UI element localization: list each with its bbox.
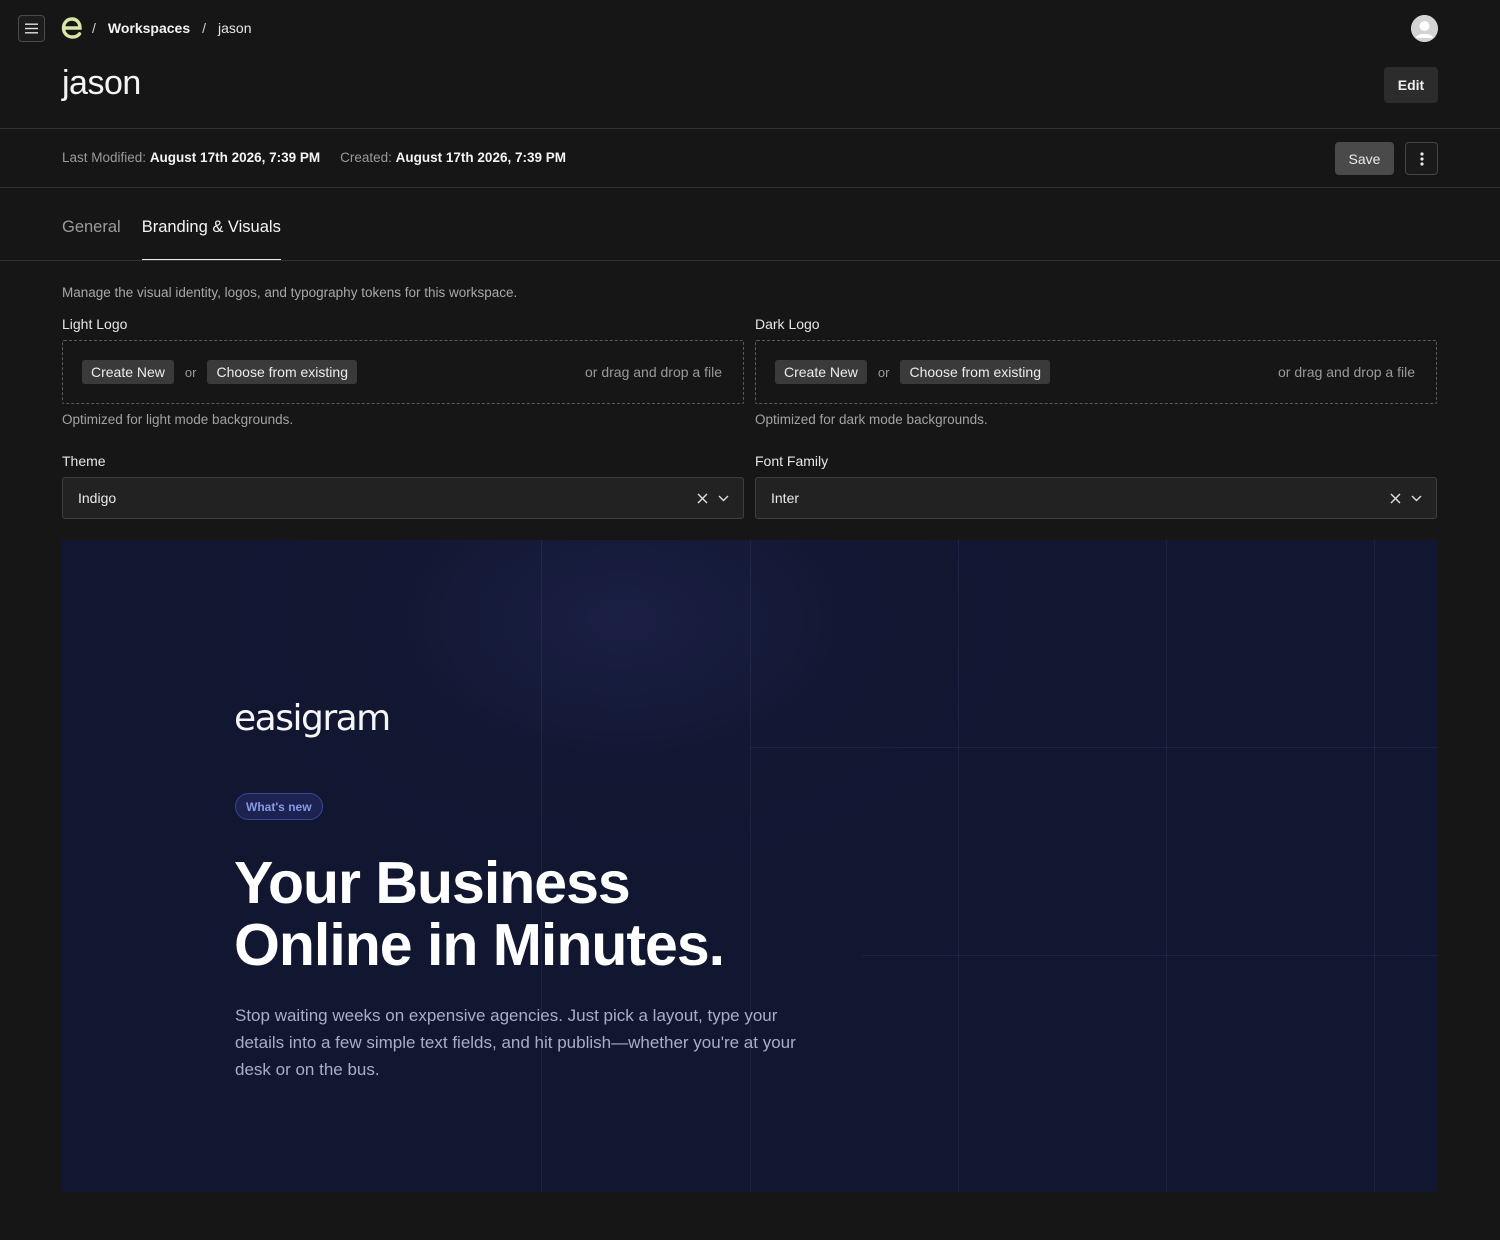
vertical-dots-icon (1419, 151, 1424, 166)
tab-general[interactable]: General (62, 218, 121, 261)
or-text: or (877, 364, 890, 380)
or-text: or (184, 364, 197, 380)
meta-info: Last Modified: August 17th 2026, 7:39 PM… (62, 150, 566, 165)
divider (0, 128, 1500, 129)
created-value: August 17th 2026, 7:39 PM (395, 150, 566, 165)
branding-preview: easigram What's new Your Business Online… (62, 540, 1438, 1192)
theme-value: Indigo (78, 490, 117, 506)
chevron-down-icon[interactable] (1411, 495, 1422, 502)
menu-button[interactable] (18, 15, 45, 42)
created-label: Created: (340, 150, 392, 165)
edit-button[interactable]: Edit (1384, 67, 1438, 103)
last-modified-value: August 17th 2026, 7:39 PM (149, 150, 321, 165)
last-modified-label: Last Modified: (62, 150, 147, 165)
breadcrumb-workspaces[interactable]: Workspaces (108, 20, 190, 36)
drag-drop-text: or drag and drop a file (585, 364, 722, 380)
light-logo-dropzone[interactable]: Create New or Choose from existing or dr… (62, 340, 744, 404)
divider (0, 187, 1500, 188)
whats-new-badge: What's new (235, 793, 323, 820)
breadcrumb: / Workspaces / jason (92, 20, 252, 36)
user-avatar-icon (1411, 15, 1438, 42)
dark-logo-dropzone[interactable]: Create New or Choose from existing or dr… (755, 340, 1437, 404)
dark-logo-hint: Optimized for dark mode backgrounds. (755, 412, 988, 427)
tabs-divider (0, 260, 1500, 261)
font-family-label: Font Family (755, 453, 829, 469)
chevron-down-icon[interactable] (718, 495, 729, 502)
page-title: jason (62, 64, 141, 102)
preview-brand-logo: easigram (234, 698, 391, 739)
save-button[interactable]: Save (1335, 142, 1394, 175)
font-family-value: Inter (771, 490, 800, 506)
font-family-select[interactable]: Inter (755, 477, 1437, 519)
theme-label: Theme (62, 453, 106, 469)
light-logo-choose-button[interactable]: Choose from existing (207, 360, 357, 384)
light-logo-hint: Optimized for light mode backgrounds. (62, 412, 294, 427)
clear-icon[interactable] (1390, 493, 1401, 504)
clear-icon[interactable] (697, 493, 708, 504)
section-description: Manage the visual identity, logos, and t… (62, 285, 518, 300)
drag-drop-text: or drag and drop a file (1278, 364, 1415, 380)
dark-logo-choose-button[interactable]: Choose from existing (900, 360, 1050, 384)
preview-subtext: Stop waiting weeks on expensive agencies… (235, 1006, 796, 1079)
hamburger-icon (25, 23, 38, 34)
theme-select[interactable]: Indigo (62, 477, 744, 519)
easigram-logo-icon[interactable] (60, 15, 84, 41)
tab-bar: General Branding & Visuals (62, 218, 281, 261)
breadcrumb-current: jason (218, 20, 252, 36)
more-options-button[interactable] (1405, 142, 1438, 175)
light-logo-label: Light Logo (62, 316, 128, 332)
dark-logo-label: Dark Logo (755, 316, 820, 332)
preview-headline: Your Business Online in Minutes. (234, 850, 725, 978)
avatar[interactable] (1411, 15, 1438, 42)
tab-branding-visuals[interactable]: Branding & Visuals (141, 218, 281, 261)
light-logo-create-button[interactable]: Create New (82, 360, 174, 384)
dark-logo-create-button[interactable]: Create New (775, 360, 867, 384)
